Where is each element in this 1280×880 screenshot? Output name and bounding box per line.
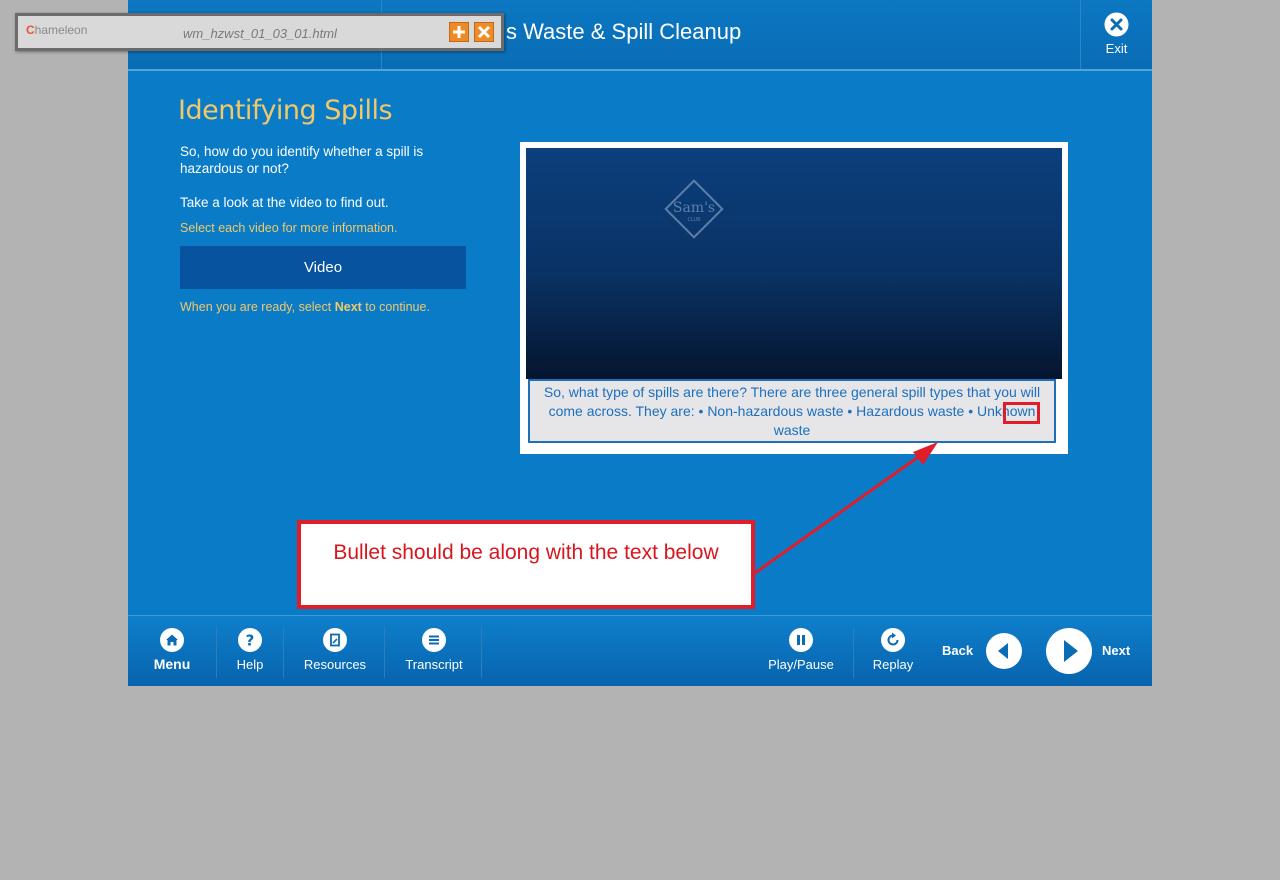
sams-logo-subtext: CLUB — [687, 217, 701, 223]
play-pause-button[interactable]: Play/Pause — [764, 616, 838, 686]
logo-initial: C — [26, 23, 35, 37]
menu-button[interactable]: Menu — [144, 616, 200, 686]
exit-button[interactable]: Exit — [1081, 0, 1152, 69]
course-title: s Waste & Spill Cleanup — [506, 19, 742, 44]
back-button[interactable] — [985, 632, 1023, 670]
back-label: Back — [942, 643, 974, 658]
next-label: Next — [1102, 643, 1131, 658]
help-label: Help — [236, 657, 264, 672]
help-button[interactable]: ? Help — [224, 616, 276, 686]
next-button[interactable] — [1045, 627, 1093, 675]
plus-icon[interactable] — [449, 22, 469, 42]
video-player[interactable]: Sam's CLUB So, what type of spills are t… — [520, 142, 1068, 454]
replay-label: Replay — [872, 657, 914, 672]
svg-text:?: ? — [246, 632, 255, 650]
intro-instruction: Take a look at the video to find out. — [180, 195, 389, 210]
menu-label: Menu — [153, 656, 191, 672]
resources-icon — [323, 628, 347, 652]
transcript-button[interactable]: Transcript — [394, 616, 474, 686]
replay-button[interactable]: Replay — [863, 616, 923, 686]
exit-label: Exit — [1105, 41, 1128, 56]
next-hint-bold: Next — [334, 300, 362, 314]
intro-question: So, how do you identify whether a spill … — [180, 144, 424, 176]
footer-bar: Menu ? Help Resources Transcript Play/Pa… — [128, 615, 1152, 686]
annotation-highlight-box — [1003, 402, 1040, 424]
video-caption: So, what type of spills are there? There… — [528, 379, 1056, 443]
video-button[interactable]: Video — [180, 246, 466, 289]
next-hint-before: When you are ready, select — [180, 300, 335, 314]
resources-button[interactable]: Resources — [294, 616, 376, 686]
close-icon[interactable] — [474, 22, 494, 42]
page-title: Identifying Spills — [178, 95, 393, 126]
replay-icon — [881, 628, 905, 652]
play-pause-label: Play/Pause — [768, 657, 834, 672]
close-circle-icon — [1104, 12, 1129, 37]
sams-logo-text: Sam's — [673, 200, 715, 216]
video-screen[interactable]: Sam's CLUB — [526, 148, 1062, 379]
home-icon — [160, 628, 184, 652]
footer-divider — [853, 626, 854, 678]
next-hint: When you are ready, select Next to conti… — [180, 300, 430, 314]
chameleon-logo: Chameleon — [26, 23, 87, 37]
select-hint: Select each video for more information. — [180, 221, 398, 235]
footer-divider — [216, 626, 217, 678]
help-icon: ? — [238, 628, 262, 652]
resources-label: Resources — [303, 657, 367, 672]
footer-divider — [481, 626, 482, 678]
chameleon-popup[interactable]: Chameleon wm_hzwst_01_03_01.html — [15, 13, 504, 51]
footer-divider — [384, 626, 385, 678]
next-hint-after: to continue. — [361, 300, 430, 314]
transcript-icon — [422, 628, 446, 652]
annotation-callout: Bullet should be along with the text bel… — [297, 520, 755, 609]
pause-icon — [789, 628, 813, 652]
logo-text: hameleon — [34, 23, 88, 37]
popup-filename: wm_hzwst_01_03_01.html — [183, 26, 337, 41]
sams-club-logo: Sam's CLUB — [664, 179, 724, 239]
footer-divider — [283, 626, 284, 678]
transcript-label: Transcript — [405, 657, 463, 672]
